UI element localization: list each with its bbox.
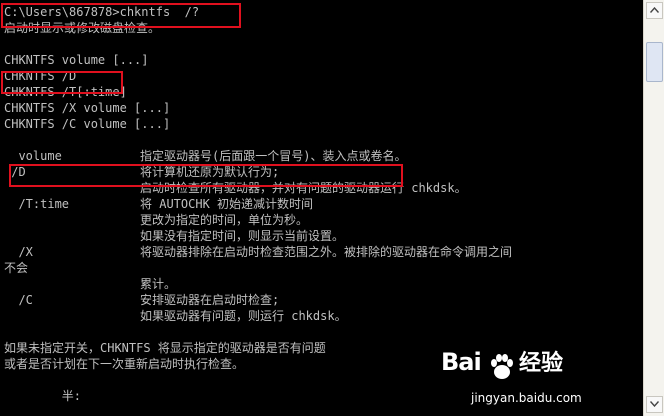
- baidu-jingyan-watermark: Bai 经验 jingyan.baidu.com: [441, 348, 601, 412]
- console-line: 如果未指定开关，CHKNTFS 将显示指定的驱动器是否有问题: [4, 341, 326, 355]
- vertical-scrollbar[interactable]: [643, 0, 664, 416]
- paw-icon: [491, 354, 513, 379]
- console-line: 或者是否计划在下一次重新启动时执行检查。: [4, 357, 245, 371]
- console-window[interactable]: C:\Users\867878>chkntfs /? 启动时显示或修改磁盘检查。…: [0, 0, 643, 416]
- option-desc: 启动时检查所有驱动器，并对有问题的驱动器运行 chkdsk。: [140, 181, 467, 195]
- option-desc: 指定驱动器号(后面跟一个冒号)、装入点或卷名。: [140, 149, 407, 163]
- arrow-up-icon: [649, 6, 660, 13]
- option-desc: 将 AUTOCHK 初始递减计数时间: [140, 197, 314, 211]
- console-line: CHKNTFS volume [...]: [4, 53, 149, 67]
- console-line: CHKNTFS /X volume [...]: [4, 101, 171, 115]
- scrollbar-thumb[interactable]: [646, 42, 663, 82]
- arrow-down-icon: [649, 401, 660, 408]
- scroll-down-button[interactable]: [646, 396, 663, 413]
- option-name: volume: [4, 149, 62, 163]
- option-desc: 将计算机还原为默认行为;: [140, 165, 280, 179]
- option-desc: 如果没有指定时间，则显示当前设置。: [140, 229, 345, 243]
- console-command-line: C:\Users\867878>chkntfs /?: [4, 5, 200, 19]
- watermark-brand-text: 经验: [519, 351, 564, 376]
- option-desc: 更改为指定的时间，单位为秒。: [140, 213, 309, 227]
- watermark-url-text: jingyan.baidu.com: [471, 391, 582, 405]
- console-line: CHKNTFS /T[:time]: [4, 85, 127, 99]
- option-name: /T:time: [4, 197, 70, 211]
- console-wrap-line: 不会: [4, 261, 29, 275]
- watermark-logo-text: Bai: [441, 348, 482, 376]
- option-desc: 将驱动器排除在启动时检查范围之外。被排除的驱动器在命令调用之间: [140, 245, 513, 259]
- console-line: 启动时显示或修改磁盘检查。: [4, 21, 161, 35]
- option-desc: 累计。: [140, 277, 177, 291]
- option-desc: 如果驱动器有问题，则运行 chkdsk。: [140, 309, 347, 323]
- option-desc: 安排驱动器在启动时检查;: [140, 293, 280, 307]
- console-line: CHKNTFS /D: [4, 69, 77, 83]
- option-name: /X: [4, 245, 33, 259]
- console-line: CHKNTFS /C volume [...]: [4, 117, 171, 131]
- option-name: /C: [4, 293, 33, 307]
- option-name: /D: [4, 165, 26, 179]
- scroll-up-button[interactable]: [646, 2, 663, 19]
- console-line: 半:: [4, 389, 82, 403]
